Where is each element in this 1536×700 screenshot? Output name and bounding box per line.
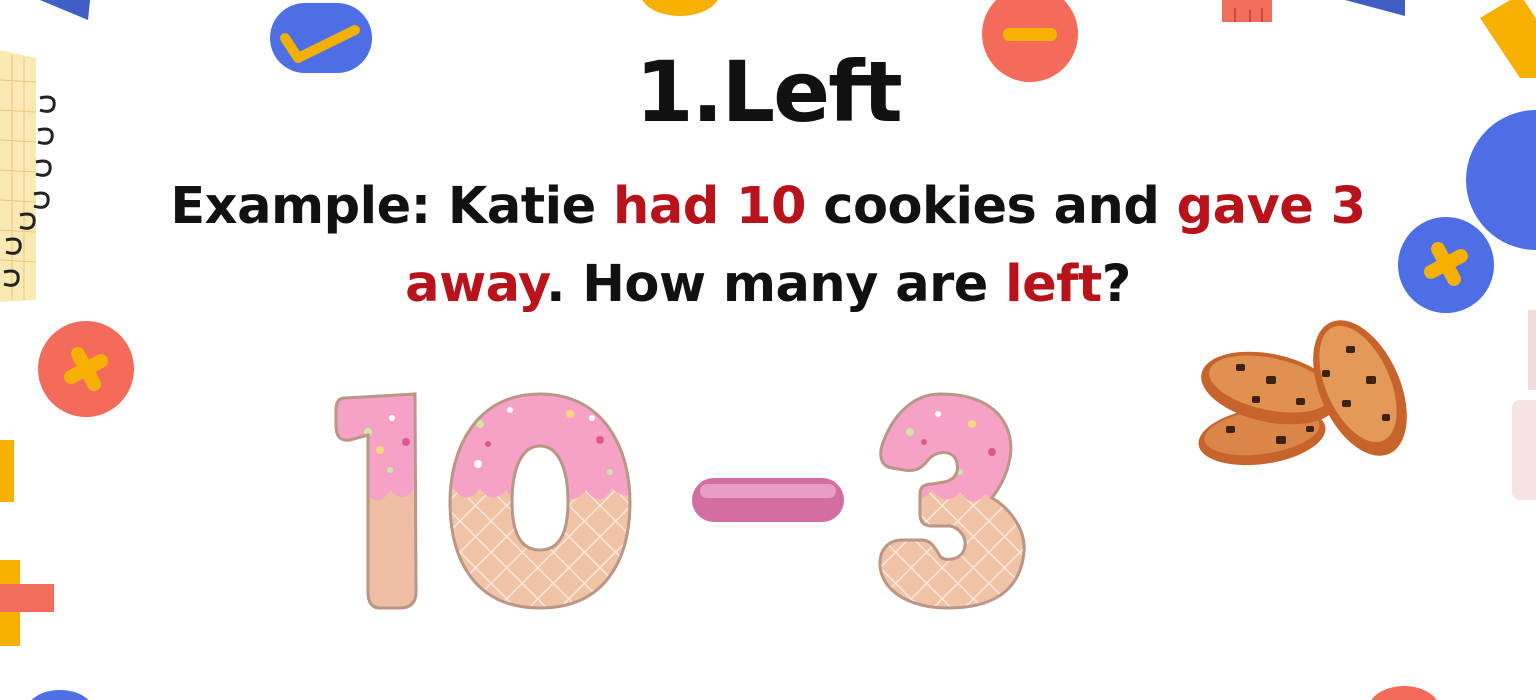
sentence-part: ? <box>1101 255 1132 314</box>
rectangle-shape <box>1345 0 1405 16</box>
circle-shape <box>1371 686 1437 700</box>
circle-shape <box>642 0 718 16</box>
digit-zero <box>450 394 630 608</box>
sentence-part: Example: Katie <box>170 177 614 236</box>
circle-shape <box>31 690 89 700</box>
digit-three <box>879 394 1025 608</box>
rectangle-shape <box>0 440 14 502</box>
page-title: 1.Left <box>635 43 903 141</box>
sentence-highlight: had 10 <box>613 177 806 236</box>
equation-graphic <box>334 392 1026 610</box>
ruler-icon <box>1222 0 1272 22</box>
sentence-highlight: left <box>1005 255 1102 314</box>
triangle-shape <box>40 0 90 20</box>
sentence-part: cookies and <box>805 177 1177 236</box>
sentence-part: . How many are <box>546 255 1006 314</box>
digit-one <box>336 394 416 608</box>
plus-icon <box>38 321 134 417</box>
cookies-image <box>1198 320 1407 466</box>
plus-shape <box>0 560 54 646</box>
rectangle-shape <box>1512 400 1536 500</box>
example-sentence: Example: Katie had 10 cookies and gave 3… <box>120 168 1416 324</box>
minus-sign <box>692 478 844 522</box>
